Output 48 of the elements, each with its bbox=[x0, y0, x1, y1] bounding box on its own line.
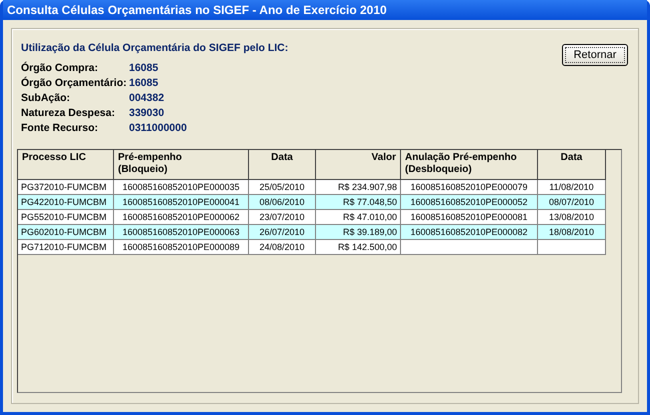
column-header[interactable]: Pré-empenho (Bloqueio) bbox=[114, 150, 249, 180]
column-header[interactable]: Data bbox=[538, 150, 606, 180]
table-cell: PG372010-FUMCBM bbox=[18, 180, 114, 195]
table-cell: PG552010-FUMCBM bbox=[18, 210, 114, 225]
table-cell: 160085160852010PE000063 bbox=[114, 225, 249, 240]
table-cell: 160085160852010PE000082 bbox=[401, 225, 538, 240]
table-cell: PG422010-FUMCBM bbox=[18, 195, 114, 210]
window-title: Consulta Células Orçamentárias no SIGEF - Ano de Exercício 2010 bbox=[3, 0, 647, 20]
table-cell: R$ 77.048,50 bbox=[316, 195, 401, 210]
section-heading: Utilização da Célula Orçamentária do SIGEF pelo LIC: bbox=[21, 42, 288, 54]
table-cell: R$ 234.907,98 bbox=[316, 180, 401, 195]
table-cell: PG602010-FUMCBM bbox=[18, 225, 114, 240]
column-header[interactable]: Anulação Pré-empenho (Desbloqueio) bbox=[401, 150, 538, 180]
field-value: 339030 bbox=[129, 106, 164, 118]
field-label: Fonte Recurso: bbox=[21, 122, 100, 134]
table-cell: R$ 142.500,00 bbox=[316, 240, 401, 255]
table-cell: R$ 47.010,00 bbox=[316, 210, 401, 225]
table-cell: 08/07/2010 bbox=[538, 195, 606, 210]
column-header[interactable]: Data bbox=[249, 150, 316, 180]
field-value: 004382 bbox=[129, 92, 164, 104]
table-cell: 160085160852010PE000062 bbox=[114, 210, 249, 225]
field-value: 16085 bbox=[129, 62, 158, 74]
return-button[interactable]: Retornar bbox=[562, 44, 628, 66]
column-header[interactable]: Valor bbox=[316, 150, 401, 180]
table-cell: 13/08/2010 bbox=[538, 210, 606, 225]
table-cell: 26/07/2010 bbox=[249, 225, 316, 240]
table-cell bbox=[538, 240, 606, 255]
table-cell: 160085160852010PE000041 bbox=[114, 195, 249, 210]
field-value: 16085 bbox=[129, 76, 158, 88]
field-label: Natureza Despesa: bbox=[21, 106, 116, 118]
table-cell: PG712010-FUMCBM bbox=[18, 240, 114, 255]
table-cell: 160085160852010PE000052 bbox=[401, 195, 538, 210]
table-cell: 23/07/2010 bbox=[249, 210, 316, 225]
table-cell: 24/08/2010 bbox=[249, 240, 316, 255]
table-cell: 160085160852010PE000089 bbox=[114, 240, 249, 255]
table-cell: 25/05/2010 bbox=[249, 180, 316, 195]
field-label: Órgão Compra: bbox=[21, 62, 100, 74]
column-header[interactable]: Processo LIC bbox=[18, 150, 114, 180]
table-cell: 18/08/2010 bbox=[538, 225, 606, 240]
table-cell: 160085160852010PE000035 bbox=[114, 180, 249, 195]
field-value: 0311000000 bbox=[129, 122, 187, 134]
field-label: Órgão Orçamentário: bbox=[21, 76, 128, 88]
table-cell: 11/08/2010 bbox=[538, 180, 606, 195]
table-cell: 160085160852010PE000079 bbox=[401, 180, 538, 195]
table-cell: 160085160852010PE000081 bbox=[401, 210, 538, 225]
table-cell: 08/06/2010 bbox=[249, 195, 316, 210]
field-label: SubAção: bbox=[21, 92, 72, 104]
table-cell: R$ 39.189,00 bbox=[316, 225, 401, 240]
